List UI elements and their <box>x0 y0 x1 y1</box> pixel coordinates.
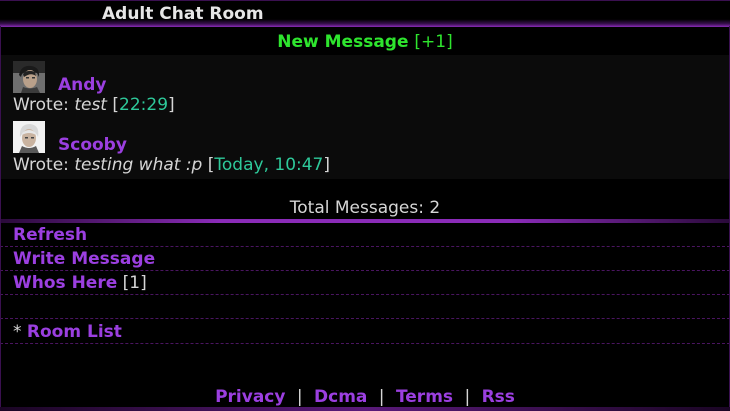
dcma-link[interactable]: Dcma <box>314 387 367 407</box>
rss-link[interactable]: Rss <box>482 387 515 407</box>
message-username[interactable]: Andy <box>58 75 107 95</box>
footer-separator: | <box>378 387 385 407</box>
message-prefix: Wrote: <box>13 155 75 175</box>
message-time: Today, 10:47 <box>214 155 324 175</box>
dark-haired-man-avatar-icon[interactable] <box>13 61 45 93</box>
whos-here-link[interactable]: Whos Here <box>13 273 117 293</box>
message-list: Andy Wrote: test [22:29] Scooby Wrote: t… <box>0 55 730 179</box>
message-body: Wrote: test [22:29] <box>13 93 730 117</box>
chat-room-page: Adult Chat Room New Message [+1] Andy Wr… <box>0 0 730 411</box>
message-item: Scooby Wrote: testing what :p [Today, 10… <box>0 119 730 177</box>
time-bracket-close: ] <box>168 95 175 115</box>
message-username[interactable]: Scooby <box>58 135 127 155</box>
new-message-notice[interactable]: New Message [+1] <box>0 27 730 55</box>
refresh-row: Refresh <box>0 223 730 247</box>
white-haired-man-avatar-icon[interactable] <box>13 121 45 153</box>
new-message-label: New Message <box>277 32 409 52</box>
footer-separator: | <box>464 387 471 407</box>
message-time: 22:29 <box>119 95 169 115</box>
left-border <box>0 26 1 411</box>
message-text: test <box>74 95 107 115</box>
refresh-link[interactable]: Refresh <box>13 225 87 245</box>
room-list-row: * Room List <box>0 319 730 344</box>
room-list-link[interactable]: Room List <box>27 322 122 342</box>
page-title: Adult Chat Room <box>0 0 730 27</box>
whos-here-count: [1] <box>122 273 147 293</box>
time-bracket-close: ] <box>323 155 331 175</box>
message-prefix: Wrote: <box>13 95 75 115</box>
room-list-bullet: * <box>13 322 27 342</box>
terms-link[interactable]: Terms <box>396 387 453 407</box>
write-message-row: Write Message <box>0 247 730 271</box>
message-header: Andy <box>13 59 730 95</box>
footer-separator: | <box>296 387 303 407</box>
bottom-border <box>0 407 730 411</box>
privacy-link[interactable]: Privacy <box>215 387 285 407</box>
whos-here-row: Whos Here [1] <box>0 271 730 295</box>
message-body: Wrote: testing what :p [Today, 10:47] <box>13 153 730 177</box>
total-messages: Total Messages: 2 <box>289 198 441 218</box>
message-header: Scooby <box>13 119 730 155</box>
blank-row <box>0 295 730 319</box>
write-message-link[interactable]: Write Message <box>13 249 155 269</box>
message-item: Andy Wrote: test [22:29] <box>0 59 730 117</box>
new-message-count: [+1] <box>414 32 453 52</box>
message-text: testing what :p <box>74 155 203 175</box>
